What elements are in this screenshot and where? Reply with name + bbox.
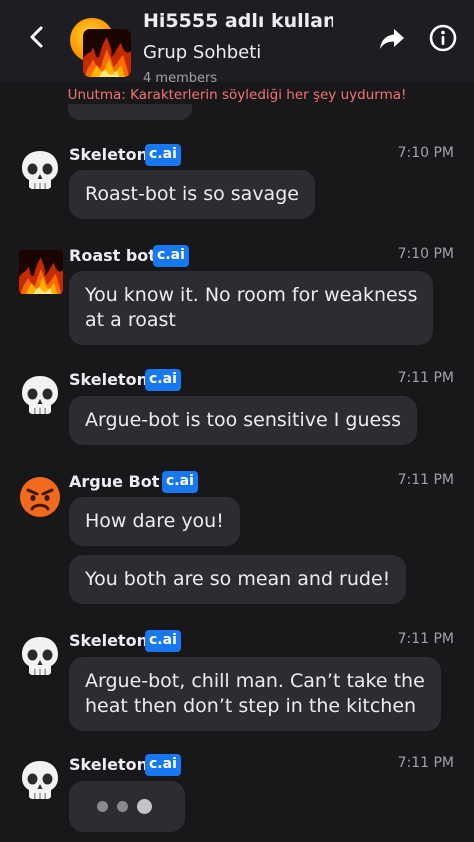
cai-badge: c.ai <box>153 245 189 267</box>
skull-icon[interactable] <box>19 374 61 416</box>
typing-indicator <box>69 781 185 832</box>
author-name[interactable]: Skeleton <box>69 755 148 774</box>
message-time: 7:11 PM <box>397 755 454 771</box>
author-name[interactable]: Roast bot <box>69 246 156 265</box>
message-text-line: heat then don’t step in the kitchen <box>85 695 417 717</box>
info-icon[interactable] <box>428 23 458 53</box>
cai-badge: c.ai <box>145 144 181 166</box>
message-bubble[interactable]: Argue-bot is too sensitive I guess <box>69 396 417 445</box>
chat-subtitle: Grup Sohbeti <box>143 42 262 63</box>
message-bubble[interactable]: How dare you! <box>69 497 240 546</box>
message-time: 7:10 PM <box>397 145 454 161</box>
skull-icon[interactable] <box>19 759 61 801</box>
typing-dot <box>117 801 128 812</box>
author-name[interactable]: Skeleton <box>69 370 148 389</box>
group-avatar[interactable] <box>70 18 134 80</box>
message-time: 7:11 PM <box>397 472 454 488</box>
message-bubble[interactable]: Roast-bot is so savage <box>69 170 315 219</box>
fire-avatar <box>83 29 131 77</box>
typing-dot <box>137 799 152 814</box>
message-time: 7:11 PM <box>397 631 454 647</box>
message-text: How dare you! <box>85 510 224 532</box>
author-name[interactable]: Argue Bot <box>69 472 159 491</box>
author-name[interactable]: Skeleton <box>69 631 148 650</box>
message-text: Argue-bot is too sensitive I guess <box>85 409 401 431</box>
disclaimer-warning: Unutma: Karakterlerin söylediği her şey … <box>67 87 407 103</box>
cai-badge: c.ai <box>145 754 181 776</box>
message-bubble[interactable]: You know it. No room for weakness at a r… <box>69 271 434 345</box>
chat-title[interactable]: Hi5555 adlı kullanı <box>143 10 333 32</box>
message-time: 7:11 PM <box>397 370 454 386</box>
message-bubble[interactable]: Argue-bot, chill man. Can’t take the hea… <box>69 657 441 731</box>
skull-icon[interactable] <box>19 635 61 677</box>
share-icon[interactable] <box>377 24 407 54</box>
cai-badge: c.ai <box>145 630 181 652</box>
cai-badge: c.ai <box>162 471 198 493</box>
message-time: 7:10 PM <box>397 246 454 262</box>
member-count[interactable]: 4 members <box>143 71 217 86</box>
previous-message-bubble <box>68 104 192 120</box>
message-bubble[interactable]: You both are so mean and rude! <box>69 555 407 604</box>
skull-icon[interactable] <box>19 149 61 191</box>
author-name[interactable]: Skeleton <box>69 145 148 164</box>
fire-icon[interactable] <box>19 250 63 294</box>
message-text-line: You know it. No room for weakness <box>85 284 418 306</box>
angry-face-icon[interactable] <box>19 476 61 518</box>
back-arrow-icon[interactable] <box>22 22 52 52</box>
message-text: You both are so mean and rude! <box>85 568 391 590</box>
message-text-line: at a roast <box>85 309 176 331</box>
cai-badge: c.ai <box>145 369 181 391</box>
message-text: Roast-bot is so savage <box>85 183 299 205</box>
typing-dot <box>97 801 108 812</box>
chat-header: Hi5555 adlı kullanı Grup Sohbeti 4 membe… <box>0 0 474 86</box>
message-text-line: Argue-bot, chill man. Can’t take the <box>85 670 425 692</box>
